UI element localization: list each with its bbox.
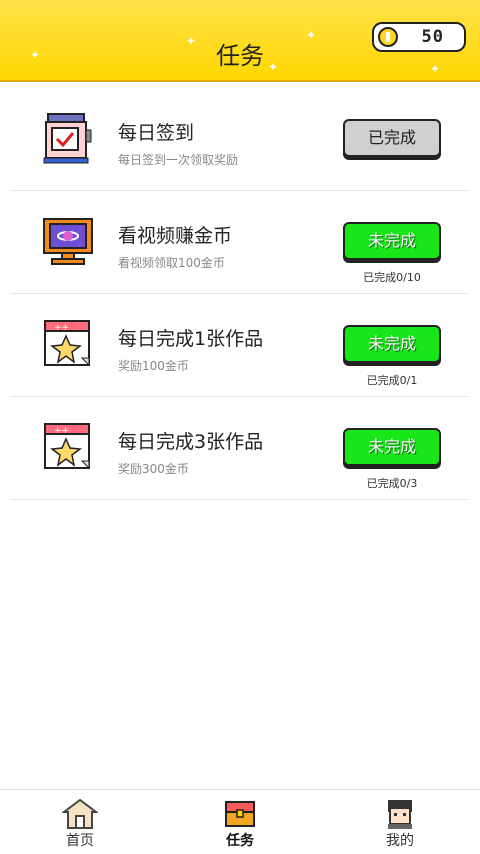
nav-label: 任务: [226, 833, 254, 849]
task-status-button[interactable]: 未完成: [343, 222, 441, 260]
task-name: 每日签到: [118, 122, 195, 144]
top-header: ✦ ✦ ✦ ✦ ✦ 任务 50: [0, 0, 480, 82]
coin-amount: 50: [421, 27, 444, 47]
task-progress: 已完成0/1: [366, 374, 418, 387]
nav-tasks[interactable]: 任务: [190, 790, 290, 854]
task-description: 奖励300金币: [118, 462, 189, 476]
task-description: 每日签到一次领取奖励: [118, 153, 239, 167]
task-status-button[interactable]: 未完成: [343, 325, 441, 363]
coin-balance[interactable]: 50: [372, 22, 466, 52]
nav-label: 我的: [386, 833, 414, 849]
nav-profile[interactable]: 我的: [350, 790, 450, 854]
task-row-complete-1-artwork: ++ 每日完成1张作品 奖励100金币 未完成 已完成0/1: [10, 294, 469, 397]
bottom-navigation: 首页 任务 我的: [0, 789, 480, 854]
star-calendar-icon: ++: [44, 423, 90, 470]
treasure-chest-icon: [225, 801, 255, 827]
task-name: 每日完成1张作品: [118, 328, 264, 350]
profile-avatar-icon: [388, 800, 412, 829]
star-calendar-icon: ++: [44, 320, 90, 367]
nav-home[interactable]: 首页: [30, 790, 130, 854]
task-row-watch-video: 看视频赚金币 看视频领取100金币 未完成 已完成0/10: [10, 191, 469, 294]
tv-icon: [43, 218, 93, 265]
task-status-button[interactable]: 未完成: [343, 428, 441, 466]
task-name: 看视频赚金币: [118, 225, 233, 247]
task-description: 奖励100金币: [118, 359, 189, 373]
task-progress: 已完成0/3: [366, 477, 418, 490]
coin-icon: [378, 27, 398, 47]
task-progress: 已完成0/10: [363, 271, 421, 284]
task-row-complete-3-artworks: ++ 每日完成3张作品 奖励300金币 未完成 已完成0/3: [10, 397, 469, 500]
home-icon: [62, 798, 98, 829]
task-status-button[interactable]: 已完成: [343, 119, 441, 157]
nav-label: 首页: [66, 833, 94, 849]
calendar-check-icon: [43, 113, 92, 164]
task-name: 每日完成3张作品: [118, 431, 264, 453]
task-row-daily-checkin: 每日签到 每日签到一次领取奖励 已完成: [10, 88, 469, 191]
task-description: 看视频领取100金币: [118, 256, 225, 270]
